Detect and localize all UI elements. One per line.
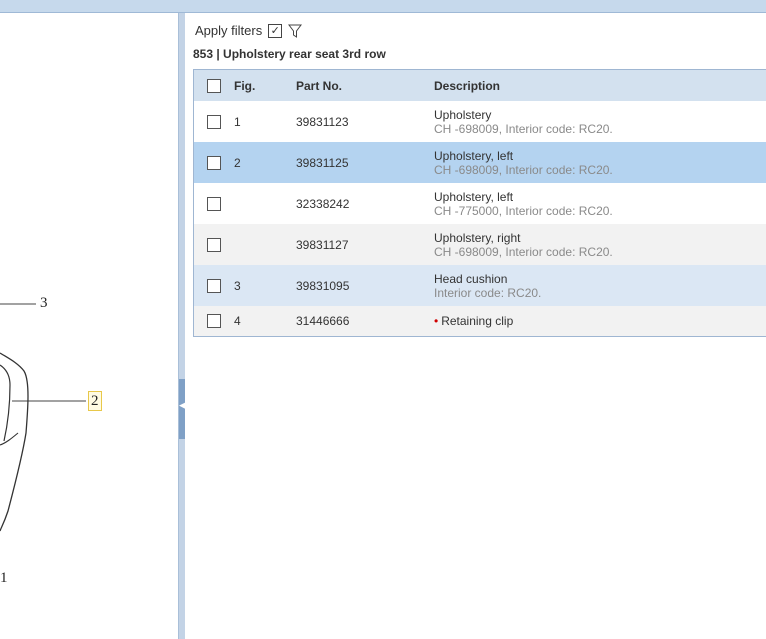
row-description-detail: CH -775000, Interior code: RC20. [434,203,613,218]
row-description: Upholstery, left [434,148,514,163]
apply-filters-label: Apply filters [195,23,263,38]
row-part-no: 39831125 [296,155,349,170]
row-part-no: 39831095 [296,278,350,293]
row-description-detail: CH -698009, Interior code: RC20. [434,121,613,136]
apply-filters-row: Apply filters ✓ [195,23,303,38]
row-checkbox[interactable] [207,278,221,293]
apply-filters-checkbox[interactable]: ✓ [268,23,283,38]
row-fig: 4 [234,314,241,328]
callout-3[interactable]: 3 [40,295,48,312]
row-part-no: 31446666 [296,314,350,328]
callout-2[interactable]: 2 [88,391,102,411]
pane-splitter[interactable]: ◀ [178,13,186,639]
table-row[interactable]: 3 39831095 Head cushion Interior code: R… [194,265,766,306]
header-description[interactable]: Description [434,79,766,93]
row-checkbox[interactable] [207,237,221,252]
table-header: Fig. Part No. Description [194,70,766,101]
row-fig: 1 [234,114,241,129]
funnel-icon[interactable] [288,24,303,38]
header-part-no[interactable]: Part No. [296,79,434,93]
row-description-detail: CH -698009, Interior code: RC20. [434,162,613,177]
callout-1[interactable]: 1 [0,570,8,587]
table-row[interactable]: 4 31446666 • Retaining clip [194,306,766,336]
row-description-detail: CH -698009, Interior code: RC20. [434,244,613,259]
parts-table: Fig. Part No. Description 1 39831123 Uph… [193,69,766,337]
row-description: Upholstery, left [434,189,514,204]
row-fig: 3 [234,278,241,293]
row-part-no: 39831127 [296,237,349,252]
table-row[interactable]: 32338242 Upholstery, left CH -775000, In… [194,183,766,224]
row-description: Upholstery [434,107,492,122]
table-row[interactable]: 2 39831125 Upholstery, left CH -698009, … [194,142,766,183]
table-row[interactable]: 1 39831123 Upholstery CH -698009, Interi… [194,101,766,142]
row-description-detail: Interior code: RC20. [434,285,542,300]
row-checkbox[interactable] [207,155,221,170]
row-fig: 2 [234,155,241,170]
exploded-diagram-pane: 3 2 1 [0,13,178,639]
row-description: Head cushion [434,271,508,286]
row-checkbox[interactable] [207,114,221,129]
row-part-no: 32338242 [296,196,350,211]
top-bar [0,0,766,13]
row-checkbox[interactable] [207,196,221,211]
row-description: Upholstery, right [434,230,521,245]
row-checkbox[interactable] [207,314,221,328]
header-fig[interactable]: Fig. [234,79,296,93]
bullet-icon: • [434,314,439,328]
row-description: Retaining clip [441,314,514,328]
select-all-checkbox[interactable] [207,78,221,93]
parts-list-pane: Apply filters ✓ 853 | Upholstery rear se… [185,13,766,639]
section-title: 853 | Upholstery rear seat 3rd row [193,47,386,61]
row-part-no: 39831123 [296,114,349,129]
table-row[interactable]: 39831127 Upholstery, right CH -698009, I… [194,224,766,265]
seat-diagram [0,303,86,532]
